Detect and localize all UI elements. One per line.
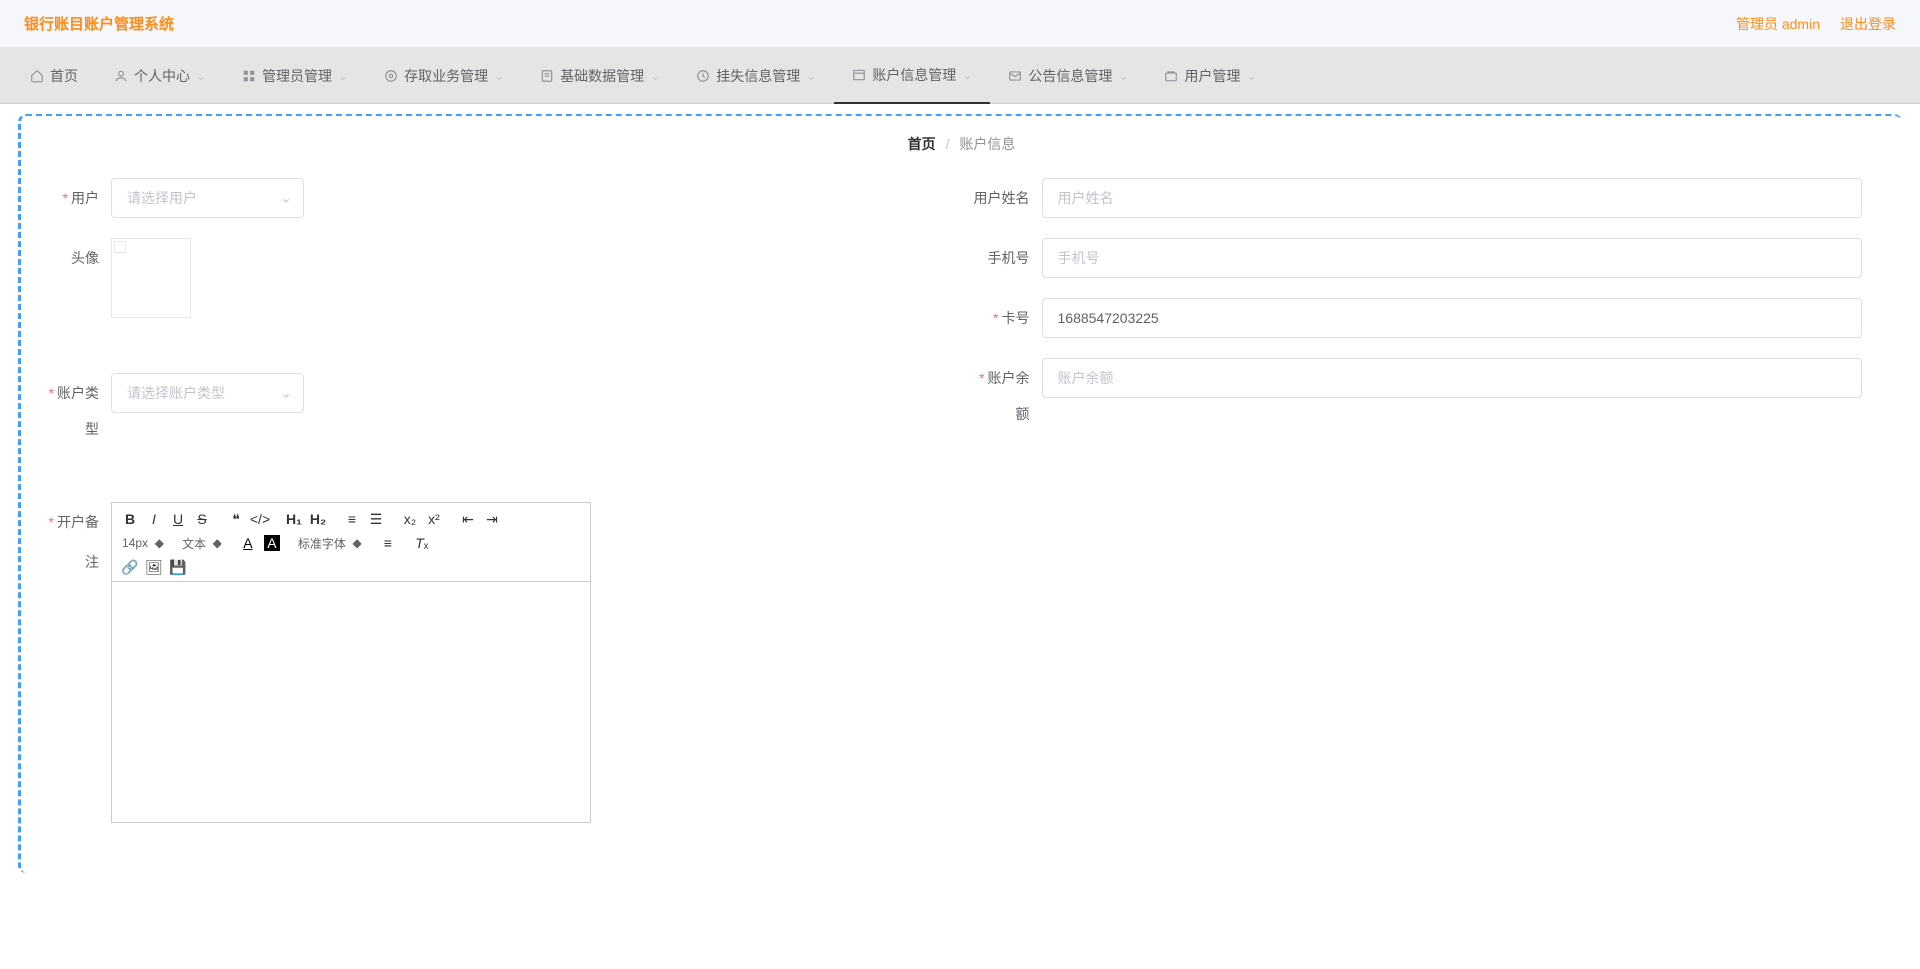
strikethrough-icon[interactable]: S [190, 507, 214, 531]
phone-label: 手机号 [972, 238, 1042, 278]
broken-image-icon [114, 241, 126, 253]
h2-icon[interactable]: H₂ [306, 507, 330, 531]
chevron-down-icon: ⌄ [494, 69, 504, 83]
account-type-select[interactable] [111, 373, 304, 413]
font-size-select[interactable]: 14px ◆ [118, 531, 168, 555]
remark-label: *开户备注 [41, 502, 111, 582]
bg-color-icon[interactable]: A [260, 531, 284, 555]
card-label: *卡号 [972, 298, 1042, 338]
nav-deposit-manage[interactable]: 存取业务管理 ⌄ [366, 48, 522, 104]
breadcrumb-current: 账户信息 [959, 136, 1015, 152]
underline-icon[interactable]: U [166, 507, 190, 531]
image-icon[interactable]: 🖼 [142, 555, 166, 579]
mail-icon [1008, 69, 1022, 83]
superscript-icon[interactable]: x² [422, 507, 446, 531]
rich-text-editor: B I U S ❝ </> H₁ H₂ [111, 502, 591, 823]
folder-icon [1164, 69, 1178, 83]
h1-icon[interactable]: H₁ [282, 507, 306, 531]
chevron-down-icon: ⌄ [1118, 69, 1128, 83]
form-panel: 首页 / 账户信息 *用户 ⌄ 头像 [18, 114, 1902, 873]
top-header: 银行账目账户管理系统 管理员 admin 退出登录 [0, 0, 1920, 48]
avatar-upload[interactable] [111, 238, 191, 318]
card-input[interactable] [1042, 298, 1863, 338]
username-label: 用户姓名 [972, 178, 1042, 218]
home-icon [30, 69, 44, 83]
chevron-down-icon: ⌄ [962, 68, 972, 82]
editor-toolbar: B I U S ❝ </> H₁ H₂ [112, 503, 590, 582]
phone-input[interactable] [1042, 238, 1863, 278]
unordered-list-icon[interactable]: ☰ [364, 507, 388, 531]
balance-label: *账户余 额 [972, 358, 1042, 432]
italic-icon[interactable]: I [142, 507, 166, 531]
nav-personal-center[interactable]: 个人中心 ⌄ [96, 48, 224, 104]
indent-right-icon[interactable]: ⇥ [480, 507, 504, 531]
admin-link[interactable]: 管理员 admin [1736, 14, 1820, 34]
chevron-down-icon: ⌄ [1246, 69, 1256, 83]
bold-icon[interactable]: B [118, 507, 142, 531]
format-select[interactable]: 文本 ◆ [178, 531, 226, 555]
balance-input[interactable] [1042, 358, 1863, 398]
account-type-label: *账户类 型 [41, 373, 111, 447]
nav-base-data-manage[interactable]: 基础数据管理 ⌄ [522, 48, 678, 104]
nav-home[interactable]: 首页 [12, 48, 96, 104]
avatar-label: 头像 [41, 238, 111, 278]
chevron-down-icon: ⌄ [806, 69, 816, 83]
username-input[interactable] [1042, 178, 1863, 218]
user-select[interactable] [111, 178, 304, 218]
nav-loss-report-manage[interactable]: 挂失信息管理 ⌄ [678, 48, 834, 104]
user-label: *用户 [41, 178, 111, 218]
chevron-down-icon: ⌄ [338, 69, 348, 83]
clock-icon [696, 69, 710, 83]
code-icon[interactable]: </> [248, 507, 272, 531]
logout-link[interactable]: 退出登录 [1840, 14, 1896, 34]
list-icon [852, 68, 866, 82]
circle-icon [384, 69, 398, 83]
nav-notice-manage[interactable]: 公告信息管理 ⌄ [990, 48, 1146, 104]
user-icon [114, 69, 128, 83]
grid-icon [242, 69, 256, 83]
breadcrumb-home[interactable]: 首页 [908, 136, 936, 152]
subscript-icon[interactable]: x₂ [398, 507, 422, 531]
indent-left-icon[interactable]: ⇤ [456, 507, 480, 531]
text-color-icon[interactable]: A [236, 531, 260, 555]
font-family-select[interactable]: 标准字体 ◆ [294, 531, 366, 555]
quote-icon[interactable]: ❝ [224, 507, 248, 531]
save-icon[interactable]: 💾 [166, 555, 190, 579]
nav-user-manage[interactable]: 用户管理 ⌄ [1146, 48, 1274, 104]
align-icon[interactable]: ≡ [376, 531, 400, 555]
doc-icon [540, 69, 554, 83]
ordered-list-icon[interactable]: ≡ [340, 507, 364, 531]
nav-admin-manage[interactable]: 管理员管理 ⌄ [224, 48, 366, 104]
breadcrumb: 首页 / 账户信息 [21, 116, 1902, 168]
clear-format-icon[interactable]: Tₓ [410, 531, 434, 555]
editor-content-area[interactable] [112, 582, 590, 822]
chevron-down-icon: ⌄ [650, 69, 660, 83]
nav-account-info-manage[interactable]: 账户信息管理 ⌄ [834, 48, 990, 104]
chevron-down-icon: ⌄ [196, 69, 206, 83]
app-title: 银行账目账户管理系统 [24, 13, 174, 34]
main-nav: 首页 个人中心 ⌄ 管理员管理 ⌄ 存取业务管理 ⌄ 基础数据管理 ⌄ 挂失信息… [0, 48, 1920, 104]
link-icon[interactable]: 🔗 [118, 555, 142, 579]
